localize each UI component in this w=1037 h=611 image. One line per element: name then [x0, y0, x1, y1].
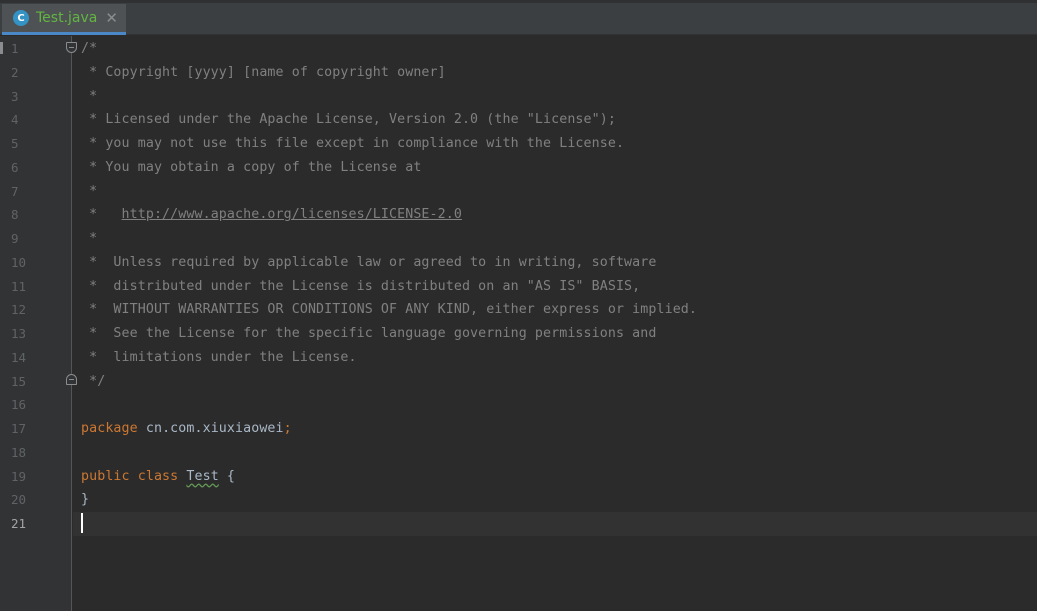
code-line[interactable]: */ — [73, 370, 1037, 394]
open-brace: { — [218, 468, 236, 484]
keyword-package: package — [81, 421, 138, 436]
license-link[interactable]: http://www.apache.org/licenses/LICENSE-2… — [122, 207, 462, 222]
line-number: 14 — [11, 349, 27, 365]
line-number: 6 — [11, 159, 19, 175]
close-icon[interactable]: ✕ — [105, 10, 118, 26]
code-line[interactable]: * you may not use this file except in co… — [73, 132, 1037, 156]
line-number: 20 — [11, 492, 27, 508]
code-line[interactable]: * WITHOUT WARRANTIES OR CONDITIONS OF AN… — [73, 298, 1037, 322]
line-number: 12 — [11, 302, 27, 318]
editor-window: C Test.java ✕ 1 2 3 4 5 6 7 8 9 10 11 12… — [0, 0, 1037, 611]
code-line[interactable]: * Licensed under the Apache License, Ver… — [73, 108, 1037, 132]
class-icon: C — [13, 10, 29, 26]
code-line[interactable]: * distributed under the License is distr… — [73, 275, 1037, 299]
line-number: 19 — [11, 468, 27, 484]
line-number: 4 — [11, 112, 19, 128]
class-name-test[interactable]: Test — [186, 469, 218, 484]
line-numbers: 1 2 3 4 5 6 7 8 9 10 11 12 13 14 15 16 1… — [0, 37, 60, 536]
line-number: 5 — [11, 136, 19, 151]
line-number: 16 — [11, 397, 27, 413]
line-number: 15 — [11, 373, 27, 389]
code-line[interactable]: /* — [73, 37, 1037, 61]
code-line-empty[interactable] — [73, 441, 1037, 465]
keyword-public-class: public class — [81, 468, 179, 484]
code-line-current[interactable] — [73, 512, 1037, 536]
line-number: 3 — [11, 88, 19, 104]
code-line[interactable]: * — [73, 85, 1037, 109]
code-line[interactable]: } — [73, 488, 1037, 512]
line-number: 8 — [11, 207, 19, 223]
tab-test-java[interactable]: C Test.java ✕ — [2, 4, 126, 35]
code-line[interactable]: * — [73, 180, 1037, 204]
code-line[interactable]: public class Test { — [73, 465, 1037, 489]
line-number: 9 — [11, 231, 19, 246]
tab-bar-top-border — [0, 0, 1037, 3]
line-number: 11 — [11, 278, 27, 294]
code-line[interactable]: * limitations under the License. — [73, 346, 1037, 370]
line-number: 13 — [11, 326, 27, 341]
text-caret — [81, 513, 83, 533]
code-editor[interactable]: /* * Copyright [yyyy] [name of copyright… — [73, 37, 1037, 536]
line-number: 1 — [11, 41, 19, 56]
code-line[interactable]: * Unless required by applicable law or a… — [73, 251, 1037, 275]
line-number: 7 — [11, 183, 19, 199]
line-number: 18 — [11, 444, 27, 460]
code-line[interactable]: * Copyright [yyyy] [name of copyright ow… — [73, 61, 1037, 85]
code-line[interactable]: * You may obtain a copy of the License a… — [73, 156, 1037, 180]
code-line[interactable]: * See the License for the specific langu… — [73, 322, 1037, 346]
comment-prefix: * — [81, 207, 122, 223]
code-line[interactable]: package cn.com.xiuxiaowei; — [73, 417, 1037, 441]
tab-title[interactable]: Test.java — [36, 10, 97, 26]
code-line[interactable]: * http://www.apache.org/licenses/LICENSE… — [73, 203, 1037, 227]
line-number-current: 21 — [11, 516, 27, 531]
editor-tab-bar: C Test.java ✕ — [0, 0, 1037, 35]
semicolon: ; — [283, 421, 292, 436]
line-number: 2 — [11, 64, 19, 80]
code-line-empty[interactable] — [73, 393, 1037, 417]
line-number: 10 — [11, 254, 27, 270]
line-number: 17 — [11, 421, 27, 436]
package-name: cn.com.xiuxiaowei — [137, 421, 284, 436]
code-line[interactable]: * — [73, 227, 1037, 251]
